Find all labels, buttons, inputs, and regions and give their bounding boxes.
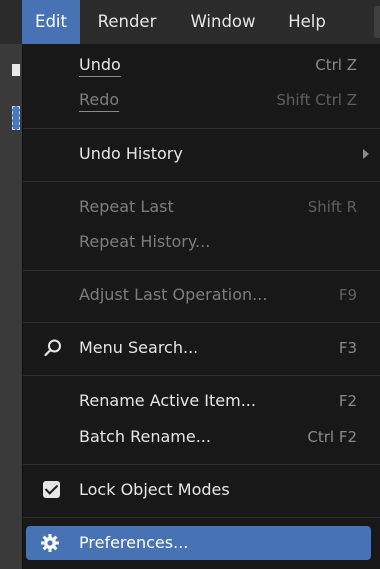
- repeat-last-shortcut: Shift R: [307, 198, 357, 216]
- batch-rename-shortcut: Ctrl F2: [307, 428, 357, 446]
- menu-help[interactable]: Help: [274, 0, 340, 44]
- menu-render[interactable]: Render: [82, 0, 172, 44]
- menu-separator: [23, 375, 380, 376]
- menu-item-redo: Redo Shift Ctrl Z: [23, 83, 380, 117]
- menu-search-label: Menu Search...: [79, 338, 199, 357]
- repeat-last-label: Repeat Last: [79, 197, 174, 216]
- menu-search-shortcut: F3: [338, 339, 357, 357]
- menu-separator: [23, 517, 380, 518]
- toolbar-tool-indicator: [12, 64, 20, 76]
- menu-edit[interactable]: Edit: [22, 0, 80, 44]
- menu-item-preferences[interactable]: Preferences...: [26, 526, 371, 560]
- menu-separator: [23, 128, 380, 129]
- top-menu-bar: Edit Render Window Help: [0, 0, 380, 44]
- rename-active-label: Rename Active Item...: [79, 391, 256, 410]
- checkbox-checked-icon[interactable]: [43, 481, 60, 498]
- menu-separator: [23, 322, 380, 323]
- menu-separator: [23, 464, 380, 465]
- redo-label: Redo: [79, 90, 120, 109]
- chevron-right-icon: [363, 149, 369, 159]
- menu-item-repeat-last: Repeat Last Shift R: [23, 190, 380, 224]
- adjust-last-shortcut: F9: [338, 286, 357, 304]
- gear-icon: [41, 534, 59, 552]
- menu-separator: [23, 181, 380, 182]
- undo-history-label: Undo History: [79, 144, 183, 163]
- menu-item-undo[interactable]: Undo Ctrl Z: [23, 48, 380, 82]
- repeat-history-label: Repeat History...: [79, 232, 211, 251]
- lock-object-modes-label: Lock Object Modes: [79, 480, 230, 499]
- batch-rename-label: Batch Rename...: [79, 427, 211, 446]
- menu-item-undo-history[interactable]: Undo History: [23, 137, 380, 171]
- rename-active-shortcut: F2: [338, 392, 357, 410]
- menu-item-repeat-history: Repeat History...: [23, 225, 380, 259]
- menu-item-menu-search[interactable]: Menu Search... F3: [23, 331, 380, 365]
- magnifier-icon: [44, 339, 61, 357]
- preferences-label: Preferences...: [79, 533, 189, 552]
- menu-item-adjust-last-operation: Adjust Last Operation... F9: [23, 278, 380, 312]
- edit-dropdown-menu: Undo Ctrl Z Redo Shift Ctrl Z Undo Histo…: [22, 44, 380, 569]
- topbar-edge: [374, 6, 380, 38]
- adjust-last-label: Adjust Last Operation...: [79, 285, 268, 304]
- menu-item-lock-object-modes[interactable]: Lock Object Modes: [23, 473, 380, 507]
- menu-window[interactable]: Window: [176, 0, 270, 44]
- menu-separator: [23, 270, 380, 271]
- menu-item-batch-rename[interactable]: Batch Rename... Ctrl F2: [23, 420, 380, 454]
- undo-label: Undo: [79, 55, 121, 74]
- menu-item-rename-active-item[interactable]: Rename Active Item... F2: [23, 384, 380, 418]
- redo-shortcut: Shift Ctrl Z: [276, 91, 357, 109]
- left-toolbar-strip: [0, 0, 22, 569]
- undo-shortcut: Ctrl Z: [315, 56, 357, 74]
- toolbar-selected-tool[interactable]: [12, 106, 20, 130]
